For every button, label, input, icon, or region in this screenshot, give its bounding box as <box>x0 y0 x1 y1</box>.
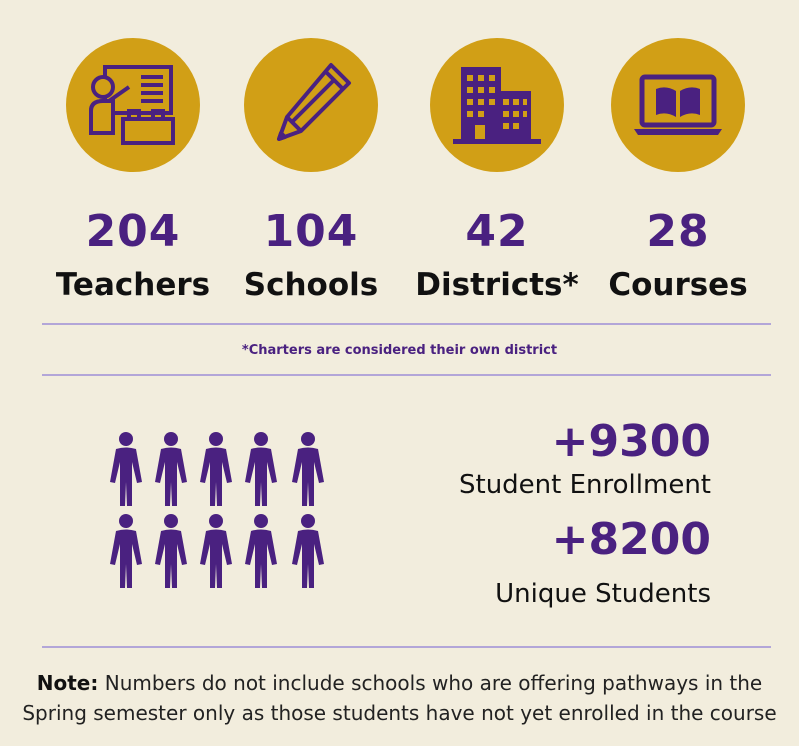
footnote: *Charters are considered their own distr… <box>241 343 558 358</box>
pencil-icon <box>244 38 378 172</box>
stat-number: 204 <box>85 206 181 257</box>
stat-label: Schools <box>243 267 379 303</box>
note-line-2: Spring semester only as those students h… <box>22 701 777 725</box>
stat-label: Teachers <box>55 267 211 303</box>
people-group-icon <box>110 432 324 588</box>
divider-top <box>42 323 771 325</box>
note-line-1: Numbers do not include schools who are o… <box>98 671 763 695</box>
teacher-board-icon <box>66 38 200 172</box>
stat-districts: 42 Districts* <box>402 38 592 301</box>
buildings-icon <box>430 38 564 172</box>
stat-number: 42 <box>465 206 529 257</box>
laptop-book-icon <box>611 38 745 172</box>
stat-schools: 104 Schools <box>216 38 406 301</box>
divider-bottom <box>42 646 771 648</box>
stat-number: 104 <box>263 206 359 257</box>
enrollment-number: +9300 <box>551 416 711 467</box>
stat-number: 28 <box>646 206 710 257</box>
unique-number: +8200 <box>551 514 711 565</box>
stat-label: Courses <box>608 267 748 303</box>
stat-teachers: 204 Teachers <box>38 38 228 301</box>
stat-label: Districts* <box>415 267 579 303</box>
divider-middle <box>42 374 771 376</box>
stat-courses: 28 Courses <box>583 38 773 301</box>
note: Note: Numbers do not include schools who… <box>0 668 799 728</box>
unique-label: Unique Students <box>495 579 711 609</box>
enrollment-label: Student Enrollment <box>459 470 711 500</box>
note-bold: Note: <box>36 671 99 695</box>
